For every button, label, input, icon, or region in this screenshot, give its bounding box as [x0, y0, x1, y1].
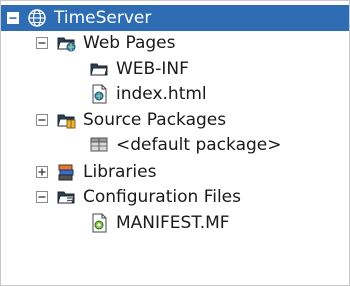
tree-node-timeserver[interactable]: TimeServer: [1, 5, 349, 31]
collapse-toggle-icon[interactable]: [36, 114, 48, 126]
tree-node-configuration-files[interactable]: Configuration Files: [36, 184, 241, 210]
tree-node-libraries[interactable]: Libraries: [36, 159, 156, 185]
tree-node-manifest[interactable]: MANIFEST.MF: [88, 210, 230, 236]
library-icon: [58, 164, 74, 181]
tree-node-source-packages[interactable]: Source Packages: [36, 107, 226, 133]
expand-toggle-icon[interactable]: [36, 166, 48, 178]
tree-node-label: MANIFEST.MF: [116, 213, 230, 233]
collapse-toggle-icon[interactable]: [36, 191, 48, 203]
package-folder-icon: [57, 114, 76, 129]
tree-node-index-html[interactable]: index.html: [88, 81, 207, 107]
tree-node-label: Libraries: [83, 162, 157, 182]
tree-node-label: Source Packages: [83, 110, 227, 130]
folder-icon: [90, 63, 108, 76]
tree-node-label: TimeServer: [54, 8, 152, 28]
collapse-toggle-icon[interactable]: [7, 12, 19, 24]
web-folder-icon: [57, 37, 76, 52]
manifest-file-icon: [92, 213, 107, 233]
globe-icon: [28, 9, 46, 27]
tree-node-label: Configuration Files: [83, 187, 241, 207]
collapse-toggle-icon[interactable]: [36, 37, 48, 49]
tree-node-label: <default package>: [116, 135, 282, 155]
tree-node-web-inf[interactable]: WEB-INF: [88, 56, 189, 82]
html-file-icon: [92, 84, 107, 104]
tree-node-label: index.html: [116, 84, 207, 104]
tree-node-default-package[interactable]: <default package>: [88, 132, 281, 158]
tree-node-label: WEB-INF: [116, 59, 189, 79]
tree-node-label: Web Pages: [83, 33, 176, 53]
config-folder-icon: [57, 191, 75, 204]
tree-node-web-pages[interactable]: Web Pages: [36, 30, 175, 56]
package-icon: [90, 137, 108, 152]
